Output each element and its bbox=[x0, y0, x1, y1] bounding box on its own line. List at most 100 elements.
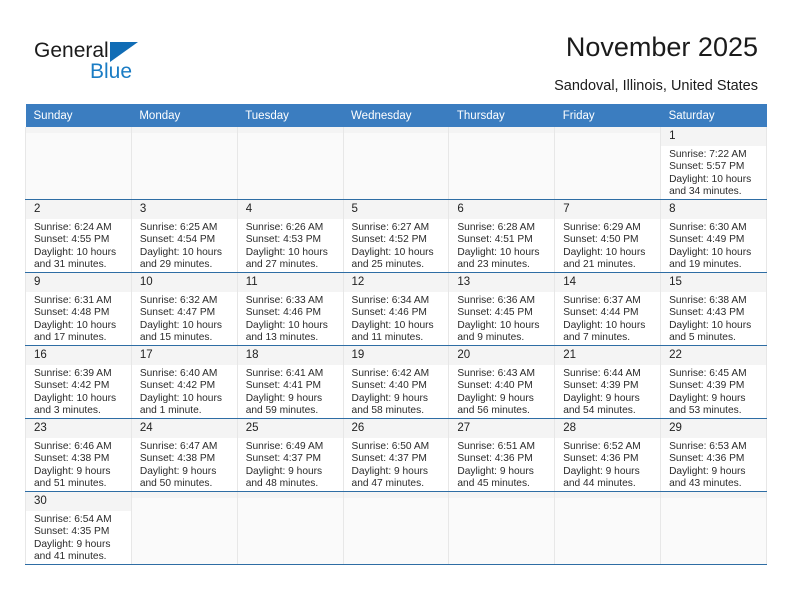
daylight-text: Daylight: 9 hours and 44 minutes. bbox=[563, 465, 640, 490]
calendar-day-cell[interactable]: 11 Sunrise: 6:33 AM Sunset: 4:46 PM Dayligh… bbox=[236, 272, 344, 346]
daylight-text: Daylight: 9 hours and 50 minutes. bbox=[139, 465, 217, 490]
day-sun-info: Sunrise: 6:42 AM Sunset: 4:40 PM Daylight:… bbox=[344, 365, 449, 418]
day-sun-info: Sunrise: 6:31 AM Sunset: 4:48 PM Daylight:… bbox=[26, 292, 131, 345]
calendar-day-cell[interactable]: 13 Sunrise: 6:36 AM Sunset: 4:45 PM Dayligh… bbox=[448, 272, 556, 346]
day-sun-info: Sunrise: 6:39 AM Sunset: 4:42 PM Daylight:… bbox=[26, 365, 131, 418]
calendar-day-cell[interactable]: 28 Sunrise: 6:52 AM Sunset: 4:36 PM Dayligh… bbox=[554, 418, 662, 492]
calendar-day-cell[interactable]: 26 Sunrise: 6:50 AM Sunset: 4:37 PM Dayligh… bbox=[342, 418, 450, 492]
day-number bbox=[555, 127, 661, 133]
calendar-day-cell[interactable]: 21 Sunrise: 6:44 AM Sunset: 4:39 PM Dayligh… bbox=[554, 345, 662, 419]
daylight-text: Daylight: 9 hours and 59 minutes. bbox=[245, 392, 323, 417]
calendar-day-content: 8 Sunrise: 6:30 AM Sunset: 4:49 PM Daylight… bbox=[661, 200, 766, 272]
day-sun-info: Sunrise: 6:30 AM Sunset: 4:49 PM Daylight:… bbox=[661, 219, 766, 272]
calendar-day-content: 21 Sunrise: 6:44 AM Sunset: 4:39 PM Dayligh… bbox=[555, 346, 661, 418]
day-sun-info: Sunrise: 6:28 AM Sunset: 4:51 PM Daylight:… bbox=[449, 219, 554, 272]
calendar-day-cell[interactable]: 7 Sunrise: 6:29 AM Sunset: 4:50 PM Daylight… bbox=[554, 199, 662, 273]
calendar-page: General Blue November 2025 Sandoval, Ill… bbox=[0, 0, 792, 612]
daylight-text: Daylight: 10 hours and 15 minutes. bbox=[139, 319, 222, 344]
day-number bbox=[343, 127, 449, 133]
calendar-day-cell[interactable]: 8 Sunrise: 6:30 AM Sunset: 4:49 PM Daylight… bbox=[660, 199, 767, 273]
sunset-text: Sunset: 4:36 PM bbox=[563, 453, 639, 465]
day-sun-info: Sunrise: 6:25 AM Sunset: 4:54 PM Daylight:… bbox=[132, 219, 237, 272]
calendar-day-cell[interactable]: 5 Sunrise: 6:27 AM Sunset: 4:52 PM Daylight… bbox=[342, 199, 450, 273]
calendar-week-row: 23 Sunrise: 6:46 AM Sunset: 4:38 PM Dayligh… bbox=[25, 418, 767, 492]
sunrise-text: Sunrise: 6:45 AM bbox=[669, 368, 747, 379]
calendar-day-cell[interactable]: 20 Sunrise: 6:43 AM Sunset: 4:40 PM Dayligh… bbox=[448, 345, 556, 419]
sunset-text: Sunset: 4:47 PM bbox=[139, 307, 216, 319]
calendar-day-cell[interactable]: 9 Sunrise: 6:31 AM Sunset: 4:48 PM Daylight… bbox=[25, 272, 132, 346]
calendar-day-cell[interactable]: 4 Sunrise: 6:26 AM Sunset: 4:53 PM Daylight… bbox=[236, 199, 344, 273]
calendar-day-cell[interactable]: 3 Sunrise: 6:25 AM Sunset: 4:54 PM Daylight… bbox=[130, 199, 238, 273]
calendar-day-cell[interactable]: 2 Sunrise: 6:24 AM Sunset: 4:55 PM Daylight… bbox=[25, 199, 132, 273]
calendar-day-cell[interactable]: 29 Sunrise: 6:53 AM Sunset: 4:36 PM Dayligh… bbox=[660, 418, 767, 492]
calendar-day-content: 28 Sunrise: 6:52 AM Sunset: 4:36 PM Dayligh… bbox=[555, 419, 661, 491]
calendar-day-content: 10 Sunrise: 6:32 AM Sunset: 4:47 PM Dayligh… bbox=[131, 273, 237, 345]
sunrise-text: Sunrise: 6:36 AM bbox=[457, 295, 535, 306]
calendar-day-cell[interactable]: 6 Sunrise: 6:28 AM Sunset: 4:51 PM Daylight… bbox=[448, 199, 556, 273]
sunset-text: Sunset: 4:38 PM bbox=[34, 453, 110, 465]
weekday-header-wednesday: Wednesday bbox=[343, 104, 449, 127]
calendar-day-cell-empty bbox=[236, 127, 344, 200]
sunrise-text: Sunrise: 6:39 AM bbox=[34, 368, 112, 379]
sunset-text: Sunset: 4:40 PM bbox=[457, 380, 533, 392]
day-number: 11 bbox=[237, 273, 343, 292]
calendar-day-cell[interactable]: 15 Sunrise: 6:38 AM Sunset: 4:43 PM Dayligh… bbox=[660, 272, 767, 346]
calendar-day-cell[interactable]: 19 Sunrise: 6:42 AM Sunset: 4:40 PM Dayligh… bbox=[342, 345, 450, 419]
calendar-day-cell[interactable]: 24 Sunrise: 6:47 AM Sunset: 4:38 PM Dayligh… bbox=[130, 418, 238, 492]
calendar-day-content bbox=[555, 127, 661, 199]
day-sun-info: Sunrise: 6:26 AM Sunset: 4:53 PM Daylight:… bbox=[238, 219, 343, 272]
day-number bbox=[26, 127, 131, 133]
calendar-day-cell[interactable]: 25 Sunrise: 6:49 AM Sunset: 4:37 PM Dayligh… bbox=[236, 418, 344, 492]
sunset-text: Sunset: 4:45 PM bbox=[457, 307, 533, 319]
calendar-body: 1 Sunrise: 7:22 AM Sunset: 5:57 PM Daylight… bbox=[25, 127, 767, 565]
day-sun-info: Sunrise: 6:37 AM Sunset: 4:44 PM Daylight:… bbox=[555, 292, 660, 345]
calendar-day-cell[interactable]: 16 Sunrise: 6:39 AM Sunset: 4:42 PM Dayligh… bbox=[25, 345, 132, 419]
calendar-day-content: 13 Sunrise: 6:36 AM Sunset: 4:45 PM Dayligh… bbox=[449, 273, 555, 345]
weekday-header-friday: Friday bbox=[554, 104, 661, 127]
calendar-day-content: 30 Sunrise: 6:54 AM Sunset: 4:35 PM Dayligh… bbox=[26, 492, 131, 564]
weekday-header-thursday: Thursday bbox=[448, 104, 555, 127]
day-sun-info: Sunrise: 6:36 AM Sunset: 4:45 PM Daylight:… bbox=[449, 292, 554, 345]
day-number: 21 bbox=[555, 346, 661, 365]
day-number: 3 bbox=[131, 200, 237, 219]
general-blue-logo[interactable]: General Blue bbox=[34, 40, 214, 90]
sunset-text: Sunset: 4:42 PM bbox=[34, 380, 110, 392]
day-number: 22 bbox=[661, 346, 766, 365]
sunrise-text: Sunrise: 6:42 AM bbox=[351, 368, 430, 379]
day-sun-info: Sunrise: 6:43 AM Sunset: 4:40 PM Daylight:… bbox=[449, 365, 554, 418]
calendar-day-cell[interactable]: 27 Sunrise: 6:51 AM Sunset: 4:36 PM Dayligh… bbox=[448, 418, 556, 492]
calendar-day-cell[interactable]: 12 Sunrise: 6:34 AM Sunset: 4:46 PM Dayligh… bbox=[342, 272, 450, 346]
sunset-text: Sunset: 4:39 PM bbox=[669, 380, 745, 392]
weekday-header-sunday: Sunday bbox=[25, 104, 132, 127]
day-sun-info: Sunrise: 6:52 AM Sunset: 4:36 PM Daylight:… bbox=[555, 438, 660, 491]
calendar-day-content: 17 Sunrise: 6:40 AM Sunset: 4:42 PM Dayligh… bbox=[131, 346, 237, 418]
daylight-text: Daylight: 10 hours and 9 minutes. bbox=[457, 319, 540, 344]
day-number: 9 bbox=[26, 273, 131, 292]
calendar-day-cell[interactable]: 30 Sunrise: 6:54 AM Sunset: 4:35 PM Dayligh… bbox=[25, 491, 132, 565]
daylight-text: Daylight: 9 hours and 51 minutes. bbox=[34, 465, 111, 490]
calendar-day-cell[interactable]: 10 Sunrise: 6:32 AM Sunset: 4:47 PM Dayligh… bbox=[130, 272, 238, 346]
day-sun-info: Sunrise: 6:38 AM Sunset: 4:43 PM Daylight:… bbox=[661, 292, 766, 345]
sunset-text: Sunset: 4:53 PM bbox=[245, 234, 322, 246]
calendar-day-cell[interactable]: 23 Sunrise: 6:46 AM Sunset: 4:38 PM Dayligh… bbox=[25, 418, 132, 492]
day-sun-info: Sunrise: 6:34 AM Sunset: 4:46 PM Daylight:… bbox=[344, 292, 449, 345]
day-number: 23 bbox=[26, 419, 131, 438]
calendar-day-content: 11 Sunrise: 6:33 AM Sunset: 4:46 PM Dayligh… bbox=[237, 273, 343, 345]
sunrise-text: Sunrise: 6:38 AM bbox=[669, 295, 747, 306]
sunrise-text: Sunrise: 6:24 AM bbox=[34, 222, 112, 233]
calendar-day-cell[interactable]: 18 Sunrise: 6:41 AM Sunset: 4:41 PM Dayligh… bbox=[236, 345, 344, 419]
calendar-day-cell[interactable]: 17 Sunrise: 6:40 AM Sunset: 4:42 PM Dayligh… bbox=[130, 345, 238, 419]
day-number: 16 bbox=[26, 346, 131, 365]
calendar-day-cell[interactable]: 22 Sunrise: 6:45 AM Sunset: 4:39 PM Dayligh… bbox=[660, 345, 767, 419]
day-number: 13 bbox=[449, 273, 555, 292]
sunrise-text: Sunrise: 6:26 AM bbox=[245, 222, 324, 233]
calendar-day-cell[interactable]: 14 Sunrise: 6:37 AM Sunset: 4:44 PM Dayligh… bbox=[554, 272, 662, 346]
day-number: 29 bbox=[661, 419, 766, 438]
day-number: 20 bbox=[449, 346, 555, 365]
sunset-text: Sunset: 4:37 PM bbox=[351, 453, 427, 465]
sunrise-text: Sunrise: 6:25 AM bbox=[139, 222, 218, 233]
calendar-day-content: 16 Sunrise: 6:39 AM Sunset: 4:42 PM Dayligh… bbox=[26, 346, 131, 418]
page-location: Sandoval, Illinois, United States bbox=[554, 78, 758, 94]
calendar-day-cell[interactable]: 1 Sunrise: 7:22 AM Sunset: 5:57 PM Daylight… bbox=[660, 127, 767, 200]
logo-text-blue: Blue bbox=[90, 60, 133, 83]
